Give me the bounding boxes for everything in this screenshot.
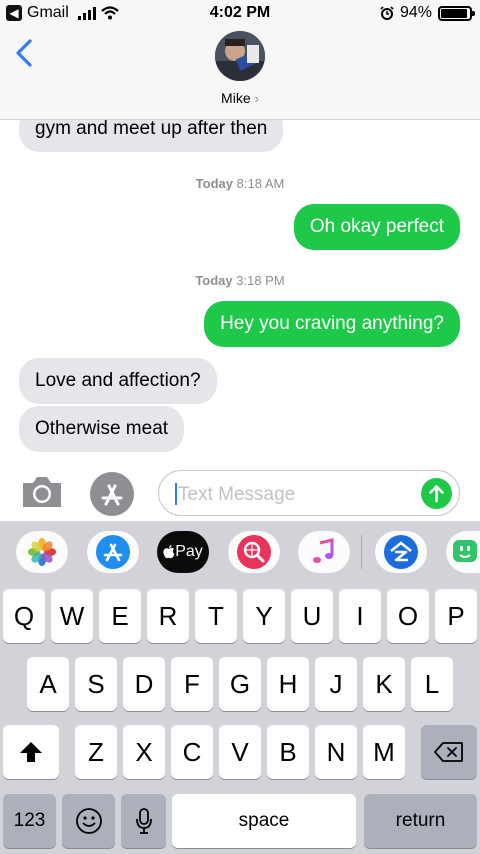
key-i[interactable]: I — [339, 589, 381, 643]
status-bar: ◀ Gmail 4:02 PM 94% — [0, 0, 480, 28]
apple-pay-icon: Pay — [163, 543, 203, 561]
alarm-icon — [380, 6, 394, 20]
back-chevron-icon[interactable] — [12, 38, 38, 68]
apple-pay-label: Pay — [175, 543, 203, 560]
key-d[interactable]: D — [123, 657, 165, 711]
timestamp-time: 8:18 AM — [236, 176, 285, 191]
contact-name-button[interactable]: Mike › — [0, 90, 480, 106]
key-q[interactable]: Q — [3, 589, 45, 643]
avatar-photo — [215, 31, 265, 81]
emoji-face-icon — [75, 808, 102, 834]
key-l[interactable]: L — [411, 657, 453, 711]
dictation-key[interactable] — [121, 794, 166, 848]
message-thread[interactable]: gym and meet up after then Today 8:18 AM… — [0, 120, 480, 465]
key-k[interactable]: K — [363, 657, 405, 711]
message-input[interactable]: Text Message — [158, 470, 460, 516]
sent-message-bubble[interactable]: Oh okay perfect — [293, 204, 460, 250]
backspace-icon — [434, 742, 463, 762]
battery-icon — [438, 5, 475, 21]
app-store-icon — [101, 484, 123, 506]
return-key[interactable]: return — [364, 794, 477, 848]
status-right: 94% — [380, 4, 475, 22]
key-u[interactable]: U — [291, 589, 333, 643]
key-z[interactable]: Z — [75, 725, 117, 779]
space-key[interactable]: space — [172, 794, 356, 848]
key-j[interactable]: J — [315, 657, 357, 711]
key-c[interactable]: C — [171, 725, 213, 779]
chevron-right-icon: › — [254, 91, 259, 106]
key-e[interactable]: E — [99, 589, 141, 643]
key-g[interactable]: G — [219, 657, 261, 711]
key-o[interactable]: O — [387, 589, 429, 643]
received-message-bubble[interactable]: Otherwise meat — [19, 406, 185, 452]
app-store-icon — [96, 535, 130, 569]
delete-key[interactable] — [421, 725, 477, 779]
photos-icon — [28, 538, 56, 566]
zillow-app-button[interactable] — [375, 531, 427, 573]
music-app-button[interactable] — [298, 531, 350, 573]
arrow-up-icon — [429, 485, 444, 503]
received-message-bubble[interactable]: Love and affection? — [19, 358, 217, 404]
message-input-placeholder: Text Message — [178, 484, 296, 505]
compose-bar: Text Message — [0, 465, 480, 521]
web-search-app-button[interactable] — [228, 531, 280, 573]
app-store-app-button[interactable] — [87, 531, 139, 573]
send-button[interactable] — [421, 478, 452, 509]
contact-avatar[interactable] — [215, 31, 265, 81]
keyboard: Q W E R T Y U I O P A S D F G H J K L Z … — [0, 583, 480, 854]
contact-name[interactable]: Mike — [221, 90, 251, 106]
received-message-bubble[interactable]: gym and meet up after then — [19, 120, 284, 152]
music-icon — [313, 538, 334, 563]
camera-icon[interactable] — [20, 473, 64, 511]
web-search-icon — [237, 535, 271, 569]
apple-pay-app-button[interactable]: Pay — [157, 531, 209, 573]
key-x[interactable]: X — [123, 725, 165, 779]
key-b[interactable]: B — [267, 725, 309, 779]
key-w[interactable]: W — [51, 589, 93, 643]
key-v[interactable]: V — [219, 725, 261, 779]
key-h[interactable]: H — [267, 657, 309, 711]
message-timestamp: Today 3:18 PM — [0, 273, 480, 288]
key-t[interactable]: T — [195, 589, 237, 643]
battery-fill — [441, 8, 468, 18]
key-m[interactable]: M — [363, 725, 405, 779]
message-timestamp: Today 8:18 AM — [0, 176, 480, 191]
sticker-app-button[interactable] — [446, 531, 480, 573]
timestamp-time: 3:18 PM — [236, 273, 285, 288]
battery-percent: 94% — [399, 4, 432, 21]
timestamp-day: Today — [195, 176, 233, 191]
key-n[interactable]: N — [315, 725, 357, 779]
imessage-app-drawer: Pay — [0, 521, 480, 583]
sticker-app-icon — [453, 540, 477, 562]
text-cursor — [175, 483, 177, 505]
key-a[interactable]: A — [27, 657, 69, 711]
key-y[interactable]: Y — [243, 589, 285, 643]
zillow-icon — [384, 535, 418, 569]
key-p[interactable]: P — [435, 589, 477, 643]
timestamp-day: Today — [195, 273, 233, 288]
key-f[interactable]: F — [171, 657, 213, 711]
microphone-icon — [135, 808, 152, 834]
emoji-key[interactable] — [62, 794, 115, 848]
app-store-apps-button[interactable] — [90, 472, 134, 516]
sent-message-bubble[interactable]: Hey you craving anything? — [204, 301, 460, 347]
key-r[interactable]: R — [147, 589, 189, 643]
app-strip-divider — [361, 535, 362, 569]
key-s[interactable]: S — [75, 657, 117, 711]
shift-key[interactable] — [3, 725, 59, 779]
photos-app-button[interactable] — [16, 531, 68, 573]
conversation-header: Mike › — [0, 28, 480, 120]
apple-logo-icon — [163, 545, 175, 559]
numbers-key[interactable]: 123 — [3, 794, 56, 848]
shift-arrow-icon — [20, 742, 42, 762]
